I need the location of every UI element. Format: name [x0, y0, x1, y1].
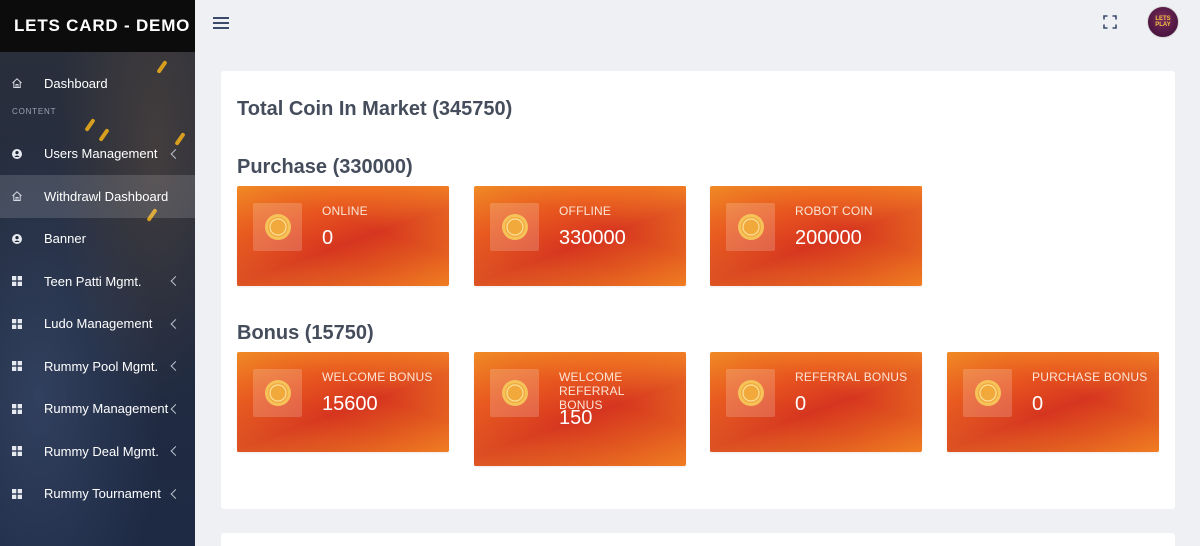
coin-icon: [726, 203, 775, 251]
bonus-title: Bonus (15750): [237, 322, 374, 344]
stat-label: WELCOME BONUS: [322, 370, 433, 384]
grid-icon: [0, 445, 44, 457]
stat-label: ROBOT COIN: [795, 204, 873, 218]
grid-icon: [0, 403, 44, 415]
coin-icon: [490, 369, 539, 417]
sidebar-item-label: Banner: [44, 231, 86, 247]
sidebar-item-rummy-management[interactable]: Rummy Management: [0, 388, 195, 431]
stat-value: 0: [1032, 393, 1044, 415]
sidebar-item-withdrawl-dashboard[interactable]: Withdrawl Dashboard: [0, 175, 195, 218]
app-title: LETS CARD - DEMO: [14, 16, 191, 35]
avatar-logo-text: LETS PLAY: [1155, 16, 1171, 28]
sidebar-item-teen-patti[interactable]: Teen Patti Mgmt.: [0, 260, 195, 303]
sidebar-item-dashboard[interactable]: Dashboard: [0, 62, 195, 105]
grid-icon: [0, 488, 44, 500]
total-coin-title: Total Coin In Market (345750): [237, 98, 513, 120]
stat-card-offline: OFFLINE 330000: [474, 186, 686, 286]
sidebar-item-label: Withdrawl Dashboard: [44, 188, 169, 204]
sidebar-item-banner[interactable]: Banner: [0, 218, 195, 261]
stat-card-referral-bonus: REFERRAL BONUS 0: [710, 352, 922, 452]
stat-value: 15600: [322, 393, 378, 415]
sidebar-item-users-management[interactable]: Users Management: [0, 133, 195, 176]
sidebar-item-ludo[interactable]: Ludo Management: [0, 303, 195, 346]
coin-icon: [963, 369, 1012, 417]
main-content-card: Total Coin In Market (345750) Purchase (…: [221, 71, 1175, 509]
stat-label: WELCOME REFERRAL BONUS: [559, 370, 625, 412]
user-icon: [0, 148, 44, 160]
grid-icon: [0, 275, 44, 287]
fullscreen-icon[interactable]: [1103, 15, 1117, 29]
brand-bar[interactable]: LETS CARD - DEMO: [0, 0, 195, 52]
sidebar-menu: Dashboard CONTENT Users Management Withd…: [0, 62, 195, 515]
sidebar-item-rummy-pool[interactable]: Rummy Pool Mgmt.: [0, 345, 195, 388]
grid-icon: [0, 360, 44, 372]
stat-label: ONLINE: [322, 204, 368, 218]
sidebar-item-rummy-tournament[interactable]: Rummy Tournament: [0, 473, 195, 516]
stat-label: REFERRAL BONUS: [795, 370, 908, 384]
sidebar-item-rummy-deal[interactable]: Rummy Deal Mgmt.: [0, 430, 195, 473]
stat-card-online: ONLINE 0: [237, 186, 449, 286]
stat-value: 0: [322, 227, 334, 249]
sidebar: LETS CARD - DEMO Dashboard CONTENT Users…: [0, 0, 195, 546]
coin-icon: [490, 203, 539, 251]
secondary-content-card: [221, 533, 1175, 546]
stat-label: OFFLINE: [559, 204, 612, 218]
coin-icon: [253, 369, 302, 417]
stat-value: 330000: [559, 227, 626, 249]
stat-value: 200000: [795, 227, 862, 249]
grid-icon: [0, 318, 44, 330]
stat-card-welcome-bonus: WELCOME BONUS 15600: [237, 352, 449, 452]
stat-value: 0: [795, 393, 807, 415]
coin-icon: [726, 369, 775, 417]
stat-card-robot-coin: ROBOT COIN 200000: [710, 186, 922, 286]
stat-card-purchase-bonus: PURCHASE BONUS 0: [947, 352, 1159, 452]
top-header: LETS PLAY: [195, 0, 1200, 52]
menu-toggle-icon[interactable]: [213, 15, 231, 29]
coin-icon: [253, 203, 302, 251]
purchase-title: Purchase (330000): [237, 156, 413, 178]
home-icon: [0, 190, 44, 202]
user-avatar[interactable]: LETS PLAY: [1147, 6, 1179, 38]
stat-card-welcome-referral-bonus: WELCOME REFERRAL BONUS 150: [474, 352, 686, 466]
user-icon: [0, 233, 44, 245]
stat-value: 150: [559, 407, 593, 429]
sidebar-section-label: CONTENT: [12, 106, 57, 116]
home-icon: [0, 77, 44, 89]
sidebar-item-label: Dashboard: [44, 75, 108, 91]
stat-label: PURCHASE BONUS: [1032, 370, 1148, 384]
